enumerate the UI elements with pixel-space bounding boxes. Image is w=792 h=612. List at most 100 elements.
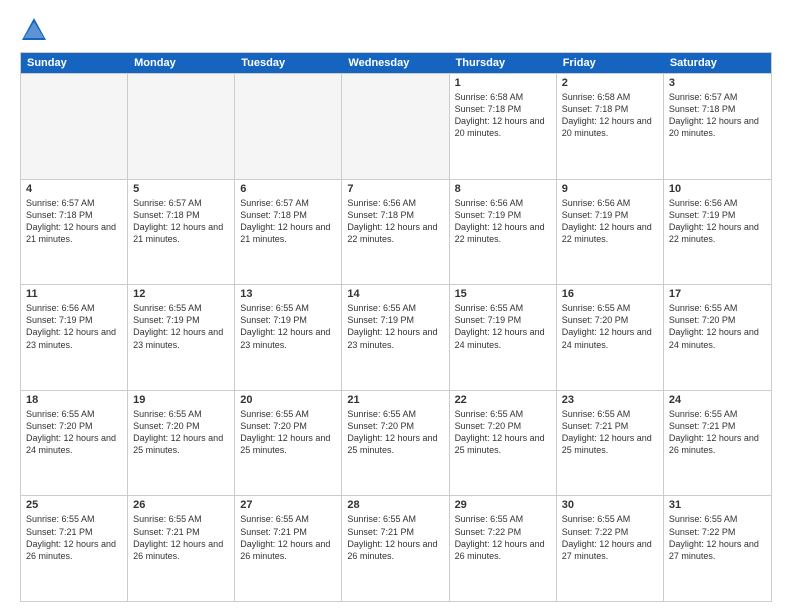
table-row: 14 Sunrise: 6:55 AM Sunset: 7:19 PM Dayli… bbox=[342, 285, 449, 390]
calendar-header: SundayMondayTuesdayWednesdayThursdayFrid… bbox=[21, 53, 771, 73]
table-row: 20 Sunrise: 6:55 AM Sunset: 7:20 PM Dayli… bbox=[235, 391, 342, 496]
day-number: 24 bbox=[669, 394, 766, 406]
cell-info: Sunrise: 6:55 AM Sunset: 7:19 PM Dayligh… bbox=[347, 302, 443, 351]
day-number: 10 bbox=[669, 183, 766, 195]
cell-info: Sunrise: 6:56 AM Sunset: 7:18 PM Dayligh… bbox=[347, 197, 443, 246]
table-row: 30 Sunrise: 6:55 AM Sunset: 7:22 PM Dayli… bbox=[557, 496, 664, 601]
day-number: 1 bbox=[455, 77, 551, 89]
day-number: 23 bbox=[562, 394, 658, 406]
cell-info: Sunrise: 6:55 AM Sunset: 7:20 PM Dayligh… bbox=[347, 408, 443, 457]
table-row: 5Sunrise: 6:57 AM Sunset: 7:18 PM Daylig… bbox=[128, 180, 235, 285]
cell-info: Sunrise: 6:55 AM Sunset: 7:20 PM Dayligh… bbox=[240, 408, 336, 457]
table-row: 1 Sunrise: 6:58 AM Sunset: 7:18 PM Daylig… bbox=[450, 74, 557, 179]
table-row: 24 Sunrise: 6:55 AM Sunset: 7:21 PM Dayli… bbox=[664, 391, 771, 496]
header-day-monday: Monday bbox=[128, 53, 235, 73]
table-row: 7 Sunrise: 6:56 AM Sunset: 7:18 PM Daylig… bbox=[342, 180, 449, 285]
cell-info: Sunrise: 6:55 AM Sunset: 7:22 PM Dayligh… bbox=[669, 513, 766, 562]
table-row: 12 Sunrise: 6:55 AM Sunset: 7:19 PM Dayli… bbox=[128, 285, 235, 390]
table-row: 23 Sunrise: 6:55 AM Sunset: 7:21 PM Dayli… bbox=[557, 391, 664, 496]
table-row: 18 Sunrise: 6:55 AM Sunset: 7:20 PM Dayli… bbox=[21, 391, 128, 496]
table-row: 29 Sunrise: 6:55 AM Sunset: 7:22 PM Dayli… bbox=[450, 496, 557, 601]
day-number: 13 bbox=[240, 288, 336, 300]
cell-info: Sunrise: 6:57 AM Sunset: 7:18 PM Dayligh… bbox=[669, 91, 766, 140]
cell-info: Sunrise: 6:56 AM Sunset: 7:19 PM Dayligh… bbox=[26, 302, 122, 351]
logo-icon bbox=[20, 16, 48, 44]
table-row bbox=[21, 74, 128, 179]
calendar-body: 1 Sunrise: 6:58 AM Sunset: 7:18 PM Daylig… bbox=[21, 73, 771, 601]
day-number: 21 bbox=[347, 394, 443, 406]
table-row: 25 Sunrise: 6:55 AM Sunset: 7:21 PM Dayli… bbox=[21, 496, 128, 601]
day-number: 25 bbox=[26, 499, 122, 511]
cell-info: Sunrise: 6:57 AM Sunset: 7:18 PM Dayligh… bbox=[240, 197, 336, 246]
day-number: 29 bbox=[455, 499, 551, 511]
table-row: 6 Sunrise: 6:57 AM Sunset: 7:18 PM Daylig… bbox=[235, 180, 342, 285]
table-row: 13 Sunrise: 6:55 AM Sunset: 7:19 PM Dayli… bbox=[235, 285, 342, 390]
table-row: 27Sunrise: 6:55 AM Sunset: 7:21 PM Dayli… bbox=[235, 496, 342, 601]
cell-info: Sunrise: 6:55 AM Sunset: 7:22 PM Dayligh… bbox=[455, 513, 551, 562]
cell-info: Sunrise: 6:55 AM Sunset: 7:21 PM Dayligh… bbox=[26, 513, 122, 562]
calendar-row-1: 1 Sunrise: 6:58 AM Sunset: 7:18 PM Daylig… bbox=[21, 73, 771, 179]
day-number: 31 bbox=[669, 499, 766, 511]
day-number: 12 bbox=[133, 288, 229, 300]
table-row: 19Sunrise: 6:55 AM Sunset: 7:20 PM Dayli… bbox=[128, 391, 235, 496]
day-number: 14 bbox=[347, 288, 443, 300]
day-number: 30 bbox=[562, 499, 658, 511]
day-number: 19 bbox=[133, 394, 229, 406]
cell-info: Sunrise: 6:56 AM Sunset: 7:19 PM Dayligh… bbox=[562, 197, 658, 246]
day-number: 20 bbox=[240, 394, 336, 406]
day-number: 2 bbox=[562, 77, 658, 89]
table-row: 26 Sunrise: 6:55 AM Sunset: 7:21 PM Dayli… bbox=[128, 496, 235, 601]
cell-info: Sunrise: 6:55 AM Sunset: 7:20 PM Dayligh… bbox=[26, 408, 122, 457]
header bbox=[20, 16, 772, 44]
cell-info: Sunrise: 6:55 AM Sunset: 7:21 PM Dayligh… bbox=[562, 408, 658, 457]
cell-info: Sunrise: 6:57 AM Sunset: 7:18 PM Dayligh… bbox=[26, 197, 122, 246]
cell-info: Sunrise: 6:55 AM Sunset: 7:19 PM Dayligh… bbox=[240, 302, 336, 351]
table-row: 9 Sunrise: 6:56 AM Sunset: 7:19 PM Daylig… bbox=[557, 180, 664, 285]
header-day-thursday: Thursday bbox=[450, 53, 557, 73]
day-number: 26 bbox=[133, 499, 229, 511]
table-row: 21 Sunrise: 6:55 AM Sunset: 7:20 PM Dayli… bbox=[342, 391, 449, 496]
day-number: 28 bbox=[347, 499, 443, 511]
cell-info: Sunrise: 6:57 AM Sunset: 7:18 PM Dayligh… bbox=[133, 197, 229, 246]
day-number: 6 bbox=[240, 183, 336, 195]
table-row: 15Sunrise: 6:55 AM Sunset: 7:19 PM Dayli… bbox=[450, 285, 557, 390]
table-row bbox=[342, 74, 449, 179]
table-row: 11 Sunrise: 6:56 AM Sunset: 7:19 PM Dayli… bbox=[21, 285, 128, 390]
table-row: 22Sunrise: 6:55 AM Sunset: 7:20 PM Dayli… bbox=[450, 391, 557, 496]
table-row: 28 Sunrise: 6:55 AM Sunset: 7:21 PM Dayli… bbox=[342, 496, 449, 601]
header-day-tuesday: Tuesday bbox=[235, 53, 342, 73]
day-number: 7 bbox=[347, 183, 443, 195]
cell-info: Sunrise: 6:55 AM Sunset: 7:20 PM Dayligh… bbox=[455, 408, 551, 457]
calendar: SundayMondayTuesdayWednesdayThursdayFrid… bbox=[20, 52, 772, 602]
table-row: 10Sunrise: 6:56 AM Sunset: 7:19 PM Dayli… bbox=[664, 180, 771, 285]
day-number: 8 bbox=[455, 183, 551, 195]
cell-info: Sunrise: 6:55 AM Sunset: 7:19 PM Dayligh… bbox=[455, 302, 551, 351]
header-day-saturday: Saturday bbox=[664, 53, 771, 73]
day-number: 9 bbox=[562, 183, 658, 195]
cell-info: Sunrise: 6:55 AM Sunset: 7:21 PM Dayligh… bbox=[669, 408, 766, 457]
day-number: 27 bbox=[240, 499, 336, 511]
table-row: 17 Sunrise: 6:55 AM Sunset: 7:20 PM Dayli… bbox=[664, 285, 771, 390]
cell-info: Sunrise: 6:55 AM Sunset: 7:20 PM Dayligh… bbox=[669, 302, 766, 351]
calendar-row-3: 11 Sunrise: 6:56 AM Sunset: 7:19 PM Dayli… bbox=[21, 284, 771, 390]
cell-info: Sunrise: 6:58 AM Sunset: 7:18 PM Dayligh… bbox=[562, 91, 658, 140]
day-number: 11 bbox=[26, 288, 122, 300]
table-row: 2 Sunrise: 6:58 AM Sunset: 7:18 PM Daylig… bbox=[557, 74, 664, 179]
header-day-wednesday: Wednesday bbox=[342, 53, 449, 73]
day-number: 3 bbox=[669, 77, 766, 89]
calendar-row-4: 18 Sunrise: 6:55 AM Sunset: 7:20 PM Dayli… bbox=[21, 390, 771, 496]
table-row: 8Sunrise: 6:56 AM Sunset: 7:19 PM Daylig… bbox=[450, 180, 557, 285]
table-row: 3 Sunrise: 6:57 AM Sunset: 7:18 PM Daylig… bbox=[664, 74, 771, 179]
cell-info: Sunrise: 6:58 AM Sunset: 7:18 PM Dayligh… bbox=[455, 91, 551, 140]
cell-info: Sunrise: 6:55 AM Sunset: 7:21 PM Dayligh… bbox=[133, 513, 229, 562]
cell-info: Sunrise: 6:55 AM Sunset: 7:22 PM Dayligh… bbox=[562, 513, 658, 562]
day-number: 18 bbox=[26, 394, 122, 406]
header-day-friday: Friday bbox=[557, 53, 664, 73]
table-row: 4Sunrise: 6:57 AM Sunset: 7:18 PM Daylig… bbox=[21, 180, 128, 285]
logo bbox=[20, 16, 52, 44]
header-day-sunday: Sunday bbox=[21, 53, 128, 73]
day-number: 17 bbox=[669, 288, 766, 300]
table-row: 31 Sunrise: 6:55 AM Sunset: 7:22 PM Dayli… bbox=[664, 496, 771, 601]
cell-info: Sunrise: 6:55 AM Sunset: 7:21 PM Dayligh… bbox=[347, 513, 443, 562]
cell-info: Sunrise: 6:55 AM Sunset: 7:19 PM Dayligh… bbox=[133, 302, 229, 351]
